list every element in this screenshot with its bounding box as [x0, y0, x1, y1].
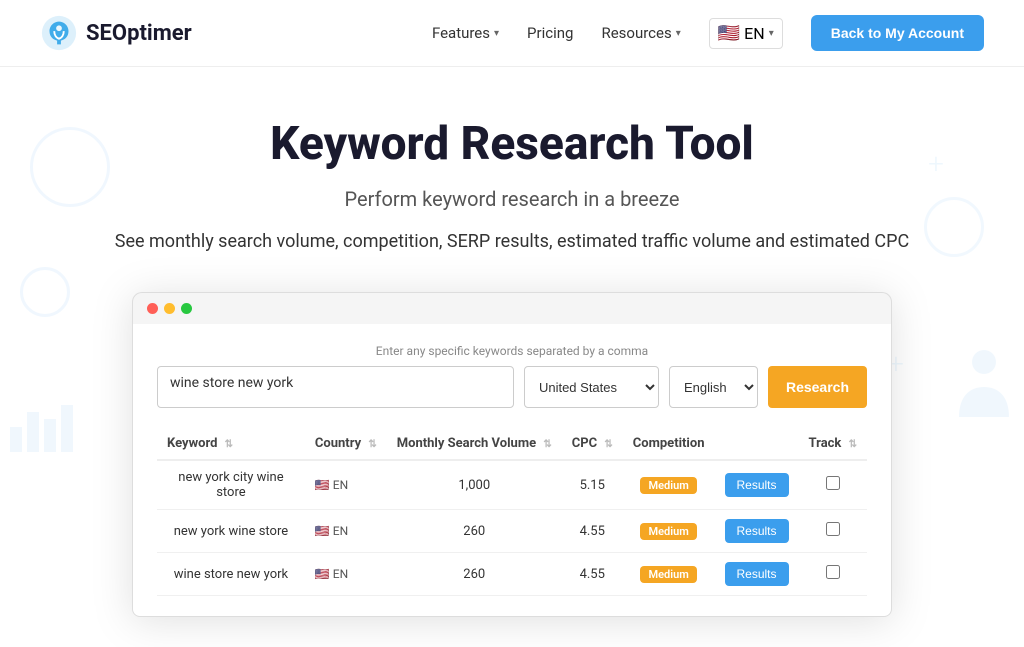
nav-pricing[interactable]: Pricing — [527, 24, 573, 42]
page-title: Keyword Research Tool — [40, 117, 984, 171]
cell-competition: Medium — [623, 510, 715, 553]
col-results — [715, 428, 799, 460]
sort-icon-keyword[interactable]: ⇅ — [225, 439, 233, 450]
col-country: Country ⇅ — [305, 428, 387, 460]
keyword-input[interactable] — [157, 366, 514, 408]
cell-volume: 1,000 — [387, 460, 562, 510]
country-flag: 🇺🇸 EN — [315, 567, 348, 581]
results-button[interactable]: Results — [725, 519, 789, 543]
competition-badge: Medium — [640, 566, 696, 583]
cell-volume: 260 — [387, 553, 562, 596]
sort-icon-track[interactable]: ⇅ — [849, 439, 857, 450]
competition-badge: Medium — [640, 477, 696, 494]
hero-subtitle: Perform keyword research in a breeze — [40, 187, 984, 211]
features-caret: ▾ — [494, 28, 499, 39]
lang-code: EN — [744, 24, 765, 43]
results-table: Keyword ⇅ Country ⇅ Monthly Search Volum… — [157, 428, 867, 596]
nav-links: Features ▾ Pricing Resources ▾ 🇺🇸 EN ▾ B… — [432, 15, 984, 51]
table-header: Keyword ⇅ Country ⇅ Monthly Search Volum… — [157, 428, 867, 460]
nav-resources[interactable]: Resources ▾ — [601, 24, 680, 42]
logo-link[interactable]: SEOptimer — [40, 14, 192, 52]
cell-keyword: new york wine store — [157, 510, 305, 553]
country-select[interactable]: United States United Kingdom Canada — [524, 366, 659, 408]
cell-cpc: 5.15 — [562, 460, 623, 510]
country-flag: 🇺🇸 EN — [315, 524, 348, 538]
sort-icon-cpc[interactable]: ⇅ — [604, 439, 612, 450]
browser-mockup: Enter any specific keywords separated by… — [132, 292, 892, 617]
research-button[interactable]: Research — [768, 366, 867, 408]
dot-yellow — [164, 303, 175, 314]
results-button[interactable]: Results — [725, 473, 789, 497]
cell-country: 🇺🇸 EN — [305, 460, 387, 510]
country-flag: 🇺🇸 EN — [315, 478, 348, 492]
table-row: new york wine store 🇺🇸 EN 260 4.55 Mediu… — [157, 510, 867, 553]
flag-icon: 🇺🇸 — [718, 23, 740, 44]
dot-green — [181, 303, 192, 314]
cell-country: 🇺🇸 EN — [305, 510, 387, 553]
deco-person — [954, 347, 1014, 427]
track-checkbox[interactable] — [826, 565, 840, 579]
cell-volume: 260 — [387, 510, 562, 553]
col-cpc: CPC ⇅ — [562, 428, 623, 460]
cell-country: 🇺🇸 EN — [305, 553, 387, 596]
competition-badge: Medium — [640, 523, 696, 540]
language-selector[interactable]: 🇺🇸 EN ▾ — [709, 18, 783, 49]
tool-input-row: United States United Kingdom Canada Engl… — [157, 366, 867, 408]
deco-graph — [5, 397, 75, 457]
cell-competition: Medium — [623, 553, 715, 596]
tool-label: Enter any specific keywords separated by… — [157, 344, 867, 358]
lang-caret: ▾ — [769, 28, 774, 39]
table-body: new york city wine store 🇺🇸 EN 1,000 5.1… — [157, 460, 867, 596]
cell-keyword: new york city wine store — [157, 460, 305, 510]
cell-track[interactable] — [799, 460, 867, 510]
track-checkbox[interactable] — [826, 476, 840, 490]
cell-results-btn[interactable]: Results — [715, 460, 799, 510]
nav-features[interactable]: Features ▾ — [432, 24, 499, 42]
col-volume: Monthly Search Volume ⇅ — [387, 428, 562, 460]
cell-results-btn[interactable]: Results — [715, 553, 799, 596]
hero-description: See monthly search volume, competition, … — [102, 231, 922, 252]
logo-text: SEOptimer — [86, 21, 192, 46]
language-select[interactable]: English Spanish French — [669, 366, 758, 408]
cell-keyword: wine store new york — [157, 553, 305, 596]
resources-caret: ▾ — [676, 28, 681, 39]
results-button[interactable]: Results — [725, 562, 789, 586]
navbar: SEOptimer Features ▾ Pricing Resources ▾… — [0, 0, 1024, 67]
col-track: Track ⇅ — [799, 428, 867, 460]
cell-track[interactable] — [799, 510, 867, 553]
cell-cpc: 4.55 — [562, 510, 623, 553]
sort-icon-volume[interactable]: ⇅ — [543, 439, 551, 450]
browser-body: Enter any specific keywords separated by… — [132, 324, 892, 617]
track-checkbox[interactable] — [826, 522, 840, 536]
col-competition: Competition — [623, 428, 715, 460]
logo-icon — [40, 14, 78, 52]
cell-cpc: 4.55 — [562, 553, 623, 596]
browser-chrome — [132, 292, 892, 324]
back-to-account-button[interactable]: Back to My Account — [811, 15, 984, 51]
cell-track[interactable] — [799, 553, 867, 596]
cell-competition: Medium — [623, 460, 715, 510]
table-row: new york city wine store 🇺🇸 EN 1,000 5.1… — [157, 460, 867, 510]
sort-icon-country[interactable]: ⇅ — [368, 439, 376, 450]
table-row: wine store new york 🇺🇸 EN 260 4.55 Mediu… — [157, 553, 867, 596]
hero-section: + + Keyword Research Tool Perform keywor… — [0, 67, 1024, 647]
dot-red — [147, 303, 158, 314]
cell-results-btn[interactable]: Results — [715, 510, 799, 553]
col-keyword: Keyword ⇅ — [157, 428, 305, 460]
